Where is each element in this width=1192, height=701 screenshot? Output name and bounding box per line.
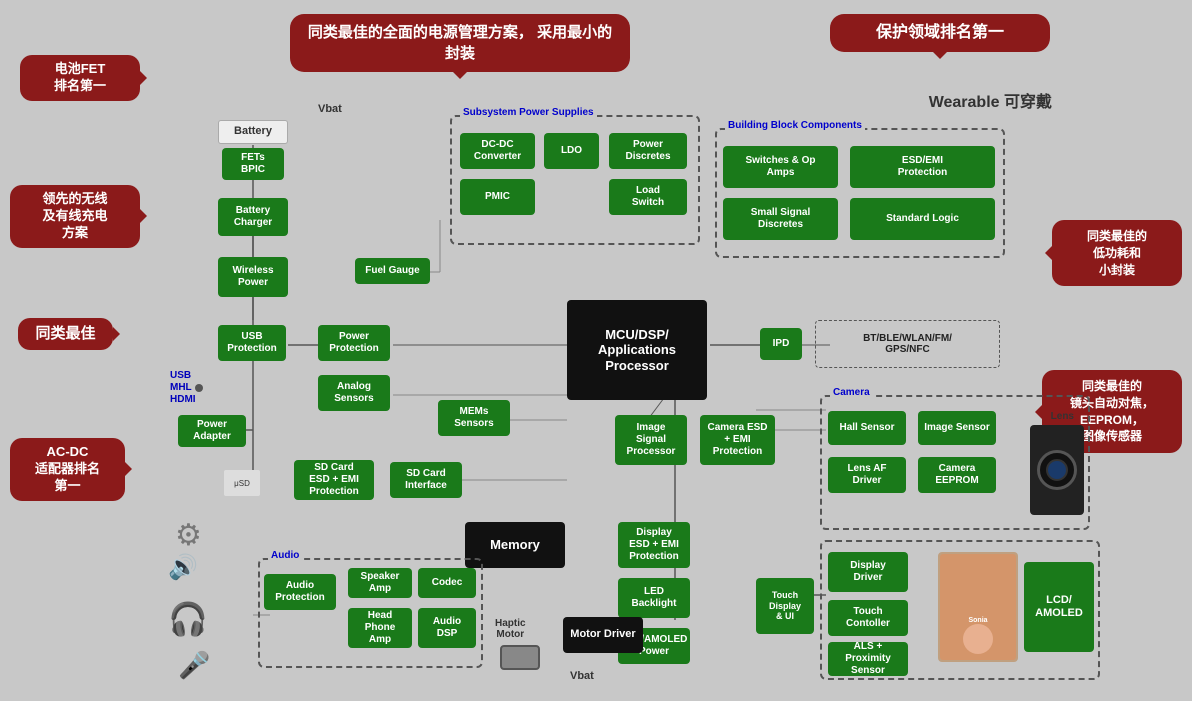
callout-battery-fet: 电池FET排名第一 <box>20 55 140 101</box>
callout-acdc: AC-DC适配器排名第一 <box>10 438 125 501</box>
camera-esd-block: Camera ESD+ EMIProtection <box>700 415 775 465</box>
battery-charger-block: BatteryCharger <box>218 198 288 236</box>
haptic-motor-label: HapticMotor <box>495 618 526 640</box>
speaker-icon: 🔊 <box>168 553 198 582</box>
switches-op-block: Switches & OpAmps <box>723 146 838 188</box>
audio-box: Audio AudioProtection SpeakerAmp Codec H… <box>258 558 483 668</box>
standard-logic-block: Standard Logic <box>850 198 995 240</box>
display-driver-block: DisplayDriver <box>828 552 908 592</box>
building-block-label: Building Block Components <box>725 120 865 131</box>
touch-controller-block: TouchContoller <box>828 600 908 636</box>
microphone-icon: 🎤 <box>178 650 210 681</box>
callout-low-power: 同类最佳的低功耗和小封装 <box>1052 220 1182 286</box>
lens-label-text: Lens <box>1051 411 1074 422</box>
led-backlight-block: LEDBacklight <box>618 578 690 618</box>
top-center-callout: 同类最佳的全面的电源管理方案， 采用最小的封装 <box>290 14 630 72</box>
image-sensor-block: Image Sensor <box>918 411 996 445</box>
camera-eeprom-block: CameraEEPROM <box>918 457 996 493</box>
dcdc-block: DC-DCConverter <box>460 133 535 169</box>
audio-protection-block: AudioProtection <box>264 574 336 610</box>
power-protection-block: PowerProtection <box>318 325 390 361</box>
headphone-amp-block: HeadPhoneAmp <box>348 608 412 648</box>
speaker-amp-block: SpeakerAmp <box>348 568 412 598</box>
wireless-power-block: WirelessPower <box>218 257 288 297</box>
lcd-amoled-right-block: LCD/AMOLED <box>1024 562 1094 652</box>
mcu-block: MCU/DSP/ApplicationsProcessor <box>567 300 707 400</box>
camera-box-label: Camera <box>830 387 873 398</box>
audio-dsp-block: Audio DSP <box>418 608 476 648</box>
vbat-top-label: Vbat <box>318 103 342 115</box>
top-right-callout: 保护领域排名第一 <box>830 14 1050 52</box>
image-signal-block: ImageSignalProcessor <box>615 415 687 465</box>
motor-driver-block: Motor Driver <box>563 617 643 653</box>
battery-block: Battery <box>218 120 288 144</box>
audio-label: Audio <box>268 550 302 561</box>
pmic-block: PMIC <box>460 179 535 215</box>
callout-wireless-charging: 领先的无线及有线充电方案 <box>10 185 140 248</box>
esd-emi-block: ESD/EMIProtection <box>850 146 995 188</box>
diagram-container: 同类最佳的全面的电源管理方案， 采用最小的封装 保护领域排名第一 Wearabl… <box>0 0 1192 701</box>
sdcard-esd-block: SD CardESD + EMIProtection <box>294 460 374 500</box>
hall-sensor-block: Hall Sensor <box>828 411 906 445</box>
building-block-box: Building Block Components Switches & OpA… <box>715 128 1005 258</box>
microsd-icon: μSD <box>224 470 260 496</box>
camera-visual <box>1030 425 1084 515</box>
usb-protection-block: USBProtection <box>218 325 286 361</box>
ldo-block: LDO <box>544 133 599 169</box>
ipd-block: IPD <box>760 328 802 360</box>
haptic-motor-icon <box>500 645 540 670</box>
small-signal-block: Small SignalDiscretes <box>723 198 838 240</box>
subsystem-box: Subsystem Power Supplies DC-DCConverter … <box>450 115 700 245</box>
fets-bpic-block: FETsBPIC <box>222 148 284 180</box>
headphone-icon: 🎧 <box>168 600 208 638</box>
codec-block: Codec <box>418 568 476 598</box>
lens-af-block: Lens AFDriver <box>828 457 906 493</box>
load-switch-block: LoadSwitch <box>609 179 687 215</box>
touch-display-box: DisplayDriver TouchContoller ALS +Proxim… <box>820 540 1100 680</box>
vbat-bottom-label: Vbat <box>570 670 594 682</box>
display-esd-block: DisplayESD + EMIProtection <box>618 522 690 568</box>
subsystem-label: Subsystem Power Supplies <box>460 107 597 118</box>
fuel-gauge-block: Fuel Gauge <box>355 258 430 284</box>
wearable-label: Wearable 可穿戴 <box>929 88 1052 112</box>
connector-dot <box>195 384 203 392</box>
sdcard-interface-block: SD CardInterface <box>390 462 462 498</box>
phone-screen: Sonia <box>938 552 1018 662</box>
usb-labels: USBMHLHDMI <box>170 370 196 406</box>
mems-block: MEMsSensors <box>438 400 510 436</box>
als-proximity-block: ALS +ProximitySensor <box>828 642 908 676</box>
power-discretes-block: PowerDiscretes <box>609 133 687 169</box>
camera-box: Camera Hall Sensor Image Sensor Lens Len… <box>820 395 1090 530</box>
gear-icon: ⚙ <box>175 518 202 553</box>
power-adapter-block: PowerAdapter <box>178 415 246 447</box>
callout-best-class: 同类最佳 <box>18 318 113 350</box>
bt-ble-box: BT/BLE/WLAN/FM/GPS/NFC <box>815 320 1000 368</box>
touch-display-label-block: TouchDisplay& UI <box>756 578 814 634</box>
analog-sensors-block: AnalogSensors <box>318 375 390 411</box>
